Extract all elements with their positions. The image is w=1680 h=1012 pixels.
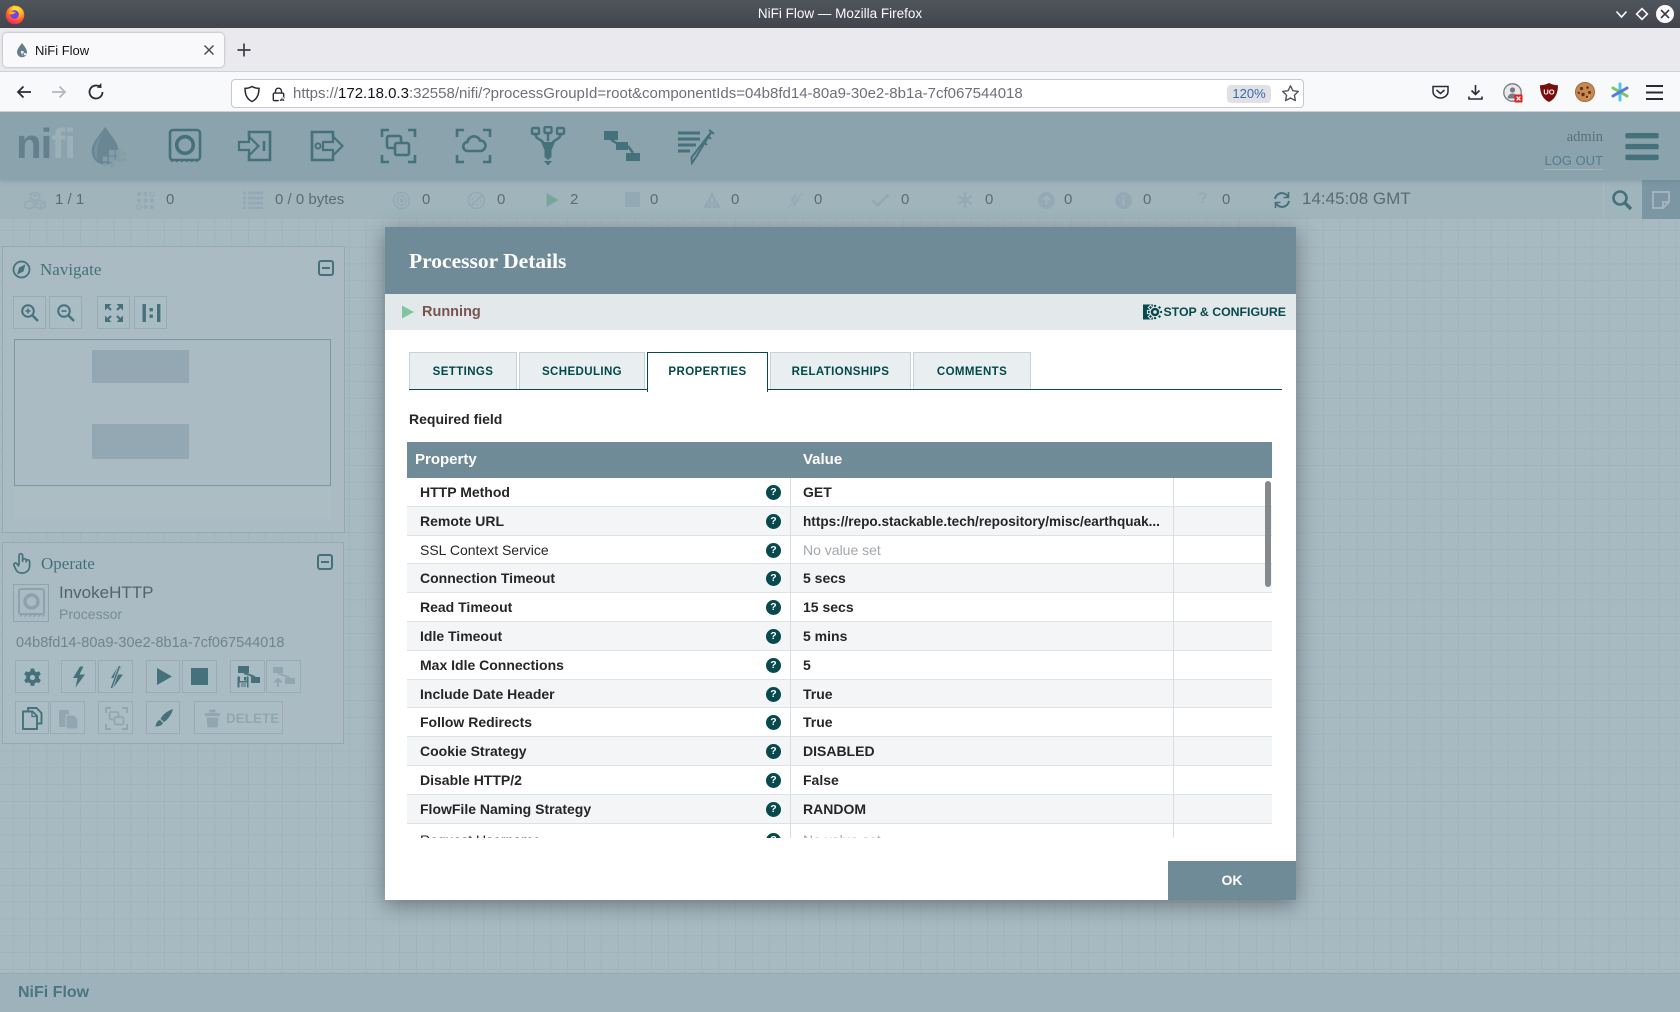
svg-text:UO: UO: [1543, 88, 1554, 97]
